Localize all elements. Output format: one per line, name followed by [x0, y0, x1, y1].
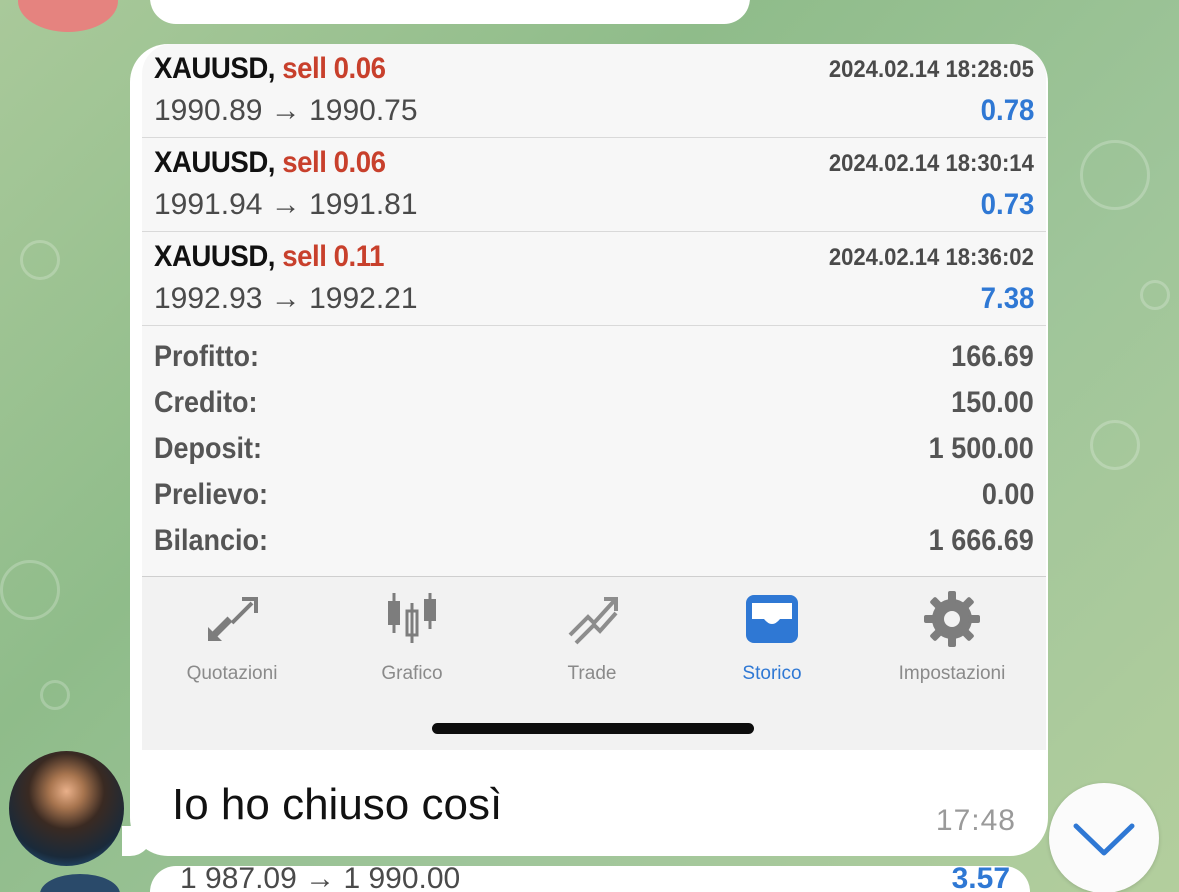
deal-prices: 1992.93 → 1992.21 — [154, 282, 418, 315]
summary-label: Profitto: — [154, 340, 259, 373]
summary-label: Bilancio: — [154, 524, 269, 557]
summary-label: Deposit: — [154, 432, 262, 465]
avatar[interactable] — [18, 0, 118, 32]
tab-quotazioni[interactable]: Quotazioni — [142, 589, 322, 689]
tab-label: Quotazioni — [186, 663, 278, 684]
attached-screenshot[interactable]: XAUUSD, sell 0.06 2024.02.14 18:28:05 19… — [142, 44, 1046, 750]
history-row: XAUUSD, sell 0.06 2024.02.14 18:28:05 19… — [142, 44, 1046, 138]
symbol: XAUUSD, — [154, 52, 275, 85]
summary-label: Prelievo: — [154, 478, 269, 511]
background-doodle — [40, 680, 70, 710]
account-summary: Profitto: 166.69 Credito: 150.00 Deposit… — [142, 336, 1046, 566]
tab-label: Trade — [567, 663, 617, 684]
chevron-down-icon — [1073, 823, 1135, 856]
gear-icon — [924, 591, 980, 647]
tab-label: Impostazioni — [898, 663, 1006, 684]
avatar[interactable] — [40, 874, 120, 892]
background-doodle — [0, 560, 60, 620]
symbol: XAUUSD, — [154, 146, 275, 179]
bottom-tab-bar: Quotazioni Grafico Trade Storico Imposta… — [142, 576, 1046, 750]
avatar[interactable] — [9, 751, 124, 866]
summary-row-deposit: Deposit: 1 500.00 — [142, 428, 1046, 474]
tab-impostazioni[interactable]: Impostazioni — [862, 589, 1042, 689]
summary-value: 1 666.69 — [928, 524, 1034, 557]
tab-label: Storico — [742, 663, 802, 684]
deal-prices: 1990.89 → 1990.75 — [154, 94, 418, 127]
deal-time: 2024.02.14 18:36:02 — [828, 244, 1034, 271]
trade-trend-icon — [568, 597, 618, 645]
tab-grafico[interactable]: Grafico — [322, 589, 502, 689]
scroll-down-button[interactable] — [1049, 783, 1159, 892]
deal-prices: 1 987.09 → 1 990.00 — [180, 866, 461, 892]
home-indicator — [432, 723, 754, 734]
history-tray-icon — [746, 595, 798, 643]
history-row: XAUUSD, sell 0.11 2024.02.14 18:36:02 19… — [142, 232, 1046, 326]
deal-profit: 0.78 — [980, 94, 1034, 127]
summary-row-credit: Credito: 150.00 — [142, 382, 1046, 428]
trade-side: sell 0.06 — [282, 146, 386, 179]
message-timestamp: 17:48 — [935, 804, 1016, 837]
summary-value: 166.69 — [951, 340, 1034, 373]
deal-time: 2024.02.14 18:30:14 — [828, 150, 1034, 177]
deal-profit: 3.57 — [951, 866, 1010, 892]
trade-side: sell 0.11 — [282, 240, 384, 273]
trade-side: sell 0.06 — [282, 52, 386, 85]
tab-label: Grafico — [381, 663, 443, 684]
summary-row-withdrawal: Prelievo: 0.00 — [142, 474, 1046, 520]
tab-trade[interactable]: Trade — [502, 589, 682, 689]
deal-profit: 7.38 — [980, 282, 1034, 315]
next-message-bubble[interactable]: 1 987.09 → 1 990.00 3.57 — [150, 866, 1030, 892]
quotes-arrows-icon — [208, 597, 258, 641]
deal-prices: 1991.94 → 1991.81 — [154, 188, 418, 221]
summary-value: 150.00 — [951, 386, 1034, 419]
summary-label: Credito: — [154, 386, 258, 419]
deal-time: 2024.02.14 18:28:05 — [828, 56, 1034, 83]
background-doodle — [1090, 420, 1140, 470]
previous-message-bubble — [150, 0, 750, 24]
deal-profit: 0.73 — [980, 188, 1034, 221]
summary-row-balance: Bilancio: 1 666.69 — [142, 520, 1046, 566]
summary-value: 0.00 — [981, 478, 1034, 511]
tab-storico[interactable]: Storico — [682, 589, 862, 689]
summary-value: 1 500.00 — [928, 432, 1034, 465]
history-row: XAUUSD, sell 0.06 2024.02.14 18:30:14 19… — [142, 138, 1046, 232]
summary-row-profit: Profitto: 166.69 — [142, 336, 1046, 382]
background-doodle — [20, 240, 60, 280]
message-text: Io ho chiuso così — [172, 780, 503, 829]
symbol: XAUUSD, — [154, 240, 275, 273]
message-bubble[interactable]: XAUUSD, sell 0.06 2024.02.14 18:28:05 19… — [130, 44, 1048, 856]
background-doodle — [1080, 140, 1150, 210]
candlestick-chart-icon — [388, 593, 436, 643]
background-doodle — [1140, 280, 1170, 310]
